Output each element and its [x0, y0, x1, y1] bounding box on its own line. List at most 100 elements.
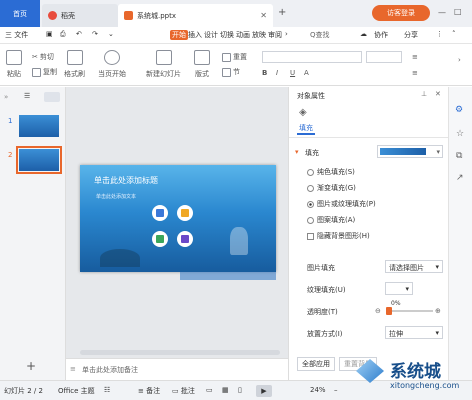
- tab-fill[interactable]: 填充: [299, 123, 313, 133]
- slide-thumbnail-1[interactable]: [19, 115, 59, 137]
- menu-animation[interactable]: 动画: [236, 30, 250, 40]
- picture-fill-select[interactable]: 请选择图片 ▾: [385, 260, 443, 273]
- fill-option-pattern[interactable]: 图案填充(A): [307, 215, 355, 225]
- tab-document[interactable]: 系统城.pptx ✕: [118, 4, 273, 27]
- search-box[interactable]: Q查找: [310, 30, 330, 40]
- transparency-value: 0%: [391, 300, 401, 307]
- more-icon[interactable]: ⌄: [108, 30, 114, 38]
- reading-view-icon[interactable]: ▯: [238, 386, 242, 394]
- comments-toggle[interactable]: ▭ 批注: [172, 386, 195, 396]
- maximize-icon[interactable]: □: [454, 7, 462, 16]
- transparency-decrease-icon[interactable]: ⊖: [375, 307, 381, 315]
- menu-transition[interactable]: 切换: [220, 30, 234, 40]
- placement-select[interactable]: 拉伸 ▾: [385, 326, 443, 339]
- fill-option-picture[interactable]: 图片或纹理填充(P): [307, 199, 376, 209]
- menu-start[interactable]: 开始: [170, 30, 188, 40]
- section-collapse-icon[interactable]: ▾: [295, 148, 299, 156]
- pin-icon[interactable]: ⊥: [421, 90, 427, 98]
- collapse-panel-icon[interactable]: »: [4, 93, 8, 101]
- hide-background-checkbox[interactable]: 隐藏背景图形(H): [307, 231, 370, 241]
- properties-icon[interactable]: ⚙: [455, 105, 463, 115]
- spellcheck-icon[interactable]: ☷: [104, 386, 110, 394]
- chevron-right-icon[interactable]: ›: [285, 30, 288, 38]
- reset-button[interactable]: 重置: [222, 52, 247, 62]
- layout-button[interactable]: 版式: [194, 50, 210, 79]
- fill-option-gradient[interactable]: 渐变填充(G): [307, 183, 356, 193]
- play-slideshow-icon[interactable]: ▶: [256, 385, 272, 397]
- menu-insert[interactable]: 插入: [188, 30, 202, 40]
- collapse-ribbon-icon[interactable]: ˄: [452, 30, 456, 38]
- tab-home[interactable]: 首页: [0, 0, 40, 27]
- slide-number-1: 1: [8, 117, 13, 125]
- align-left-icon[interactable]: ≡: [412, 53, 418, 61]
- share-button[interactable]: 分享: [404, 30, 418, 40]
- close-panel-icon[interactable]: ✕: [435, 90, 441, 98]
- notes-collapse-icon[interactable]: ≡: [70, 365, 76, 373]
- slides-view-icon[interactable]: [44, 92, 60, 102]
- save-icon[interactable]: ▣: [46, 30, 53, 38]
- horizontal-scrollbar[interactable]: [80, 350, 280, 355]
- section-button[interactable]: 节: [222, 67, 240, 77]
- slide-number-2: 2: [8, 151, 13, 159]
- font-color-icon[interactable]: A: [304, 69, 309, 77]
- title-bar: 首页 稻壳 系统城.pptx ✕ + 访客登录 — □: [0, 0, 472, 27]
- more-options-icon[interactable]: ⋮: [436, 30, 443, 38]
- menu-file[interactable]: 三 文件: [5, 30, 28, 40]
- font-family-select[interactable]: [262, 51, 362, 63]
- notes-toggle[interactable]: ≡ 备注: [138, 386, 160, 396]
- current-slide[interactable]: 单击此处添加标题 单击此处添加文本: [80, 165, 276, 272]
- menu-review[interactable]: 审阅: [268, 30, 282, 40]
- fill-option-solid[interactable]: 纯色填充(S): [307, 167, 355, 177]
- new-tab-icon[interactable]: +: [278, 7, 286, 18]
- notes-placeholder[interactable]: 单击此处添加备注: [82, 365, 138, 375]
- notes-area[interactable]: ≡ 单击此处添加备注: [66, 358, 288, 380]
- visitor-login-button[interactable]: 访客登录: [372, 5, 430, 21]
- ribbon-scroll-right-icon[interactable]: ›: [458, 56, 461, 64]
- transparency-increase-icon[interactable]: ⊕: [435, 307, 441, 315]
- star-icon[interactable]: ☆: [456, 129, 464, 139]
- paste-button[interactable]: 粘贴: [6, 50, 22, 79]
- zoom-level[interactable]: 24%: [310, 386, 326, 394]
- redo-icon[interactable]: ↷: [92, 30, 98, 38]
- fill-bucket-icon: ◈: [299, 107, 307, 118]
- cloud-icon[interactable]: ☁: [360, 30, 367, 38]
- print-icon[interactable]: ⎙: [60, 30, 66, 39]
- cut-button[interactable]: ✂ 剪切: [32, 52, 54, 62]
- share-panel-icon[interactable]: ↗: [456, 173, 464, 183]
- italic-icon[interactable]: I: [276, 69, 278, 77]
- photo-icon-glyph: [156, 209, 164, 217]
- outline-view-icon[interactable]: ☰: [24, 92, 30, 100]
- copy-button[interactable]: 复制: [32, 67, 57, 77]
- apply-all-button[interactable]: 全部应用: [297, 357, 335, 371]
- fill-preview-dropdown[interactable]: ▾: [377, 145, 443, 158]
- font-size-select[interactable]: [366, 51, 402, 63]
- collab-button[interactable]: 协作: [374, 30, 388, 40]
- radio-icon: [307, 216, 314, 224]
- transparency-slider[interactable]: [387, 310, 433, 312]
- new-slide-icon: [155, 50, 172, 65]
- minimize-icon[interactable]: —: [438, 8, 446, 17]
- play-from-current-button[interactable]: 当页开始: [98, 50, 126, 79]
- bold-icon[interactable]: B: [262, 69, 267, 77]
- menu-slideshow[interactable]: 放映: [252, 30, 266, 40]
- slide-thumbnail-2[interactable]: [16, 146, 62, 174]
- transparency-slider-handle[interactable]: [386, 307, 392, 315]
- texture-fill-select[interactable]: ▾: [385, 282, 413, 295]
- format-painter-button[interactable]: 格式刷: [64, 50, 85, 79]
- slide-text-placeholder[interactable]: 单击此处添加文本: [96, 193, 136, 200]
- close-tab-icon[interactable]: ✕: [260, 11, 267, 20]
- zoom-out-icon[interactable]: –: [334, 386, 338, 394]
- scissors-icon: ✂: [32, 53, 38, 61]
- menu-design[interactable]: 设计: [204, 30, 218, 40]
- undo-icon[interactable]: ↶: [76, 30, 82, 38]
- tab-daoke[interactable]: 稻壳: [42, 4, 118, 27]
- align-center-icon[interactable]: ≡: [412, 69, 418, 77]
- normal-view-icon[interactable]: ▭: [206, 386, 213, 394]
- slide-title-placeholder[interactable]: 单击此处添加标题: [94, 175, 158, 186]
- picture-fill-value: 请选择图片: [389, 264, 424, 272]
- new-slide-button[interactable]: 新建幻灯片: [146, 50, 181, 79]
- slide-sorter-icon[interactable]: ▦: [222, 386, 229, 394]
- copy-panel-icon[interactable]: ⧉: [456, 151, 462, 161]
- add-slide-button[interactable]: +: [26, 359, 36, 373]
- underline-icon[interactable]: U: [290, 69, 295, 77]
